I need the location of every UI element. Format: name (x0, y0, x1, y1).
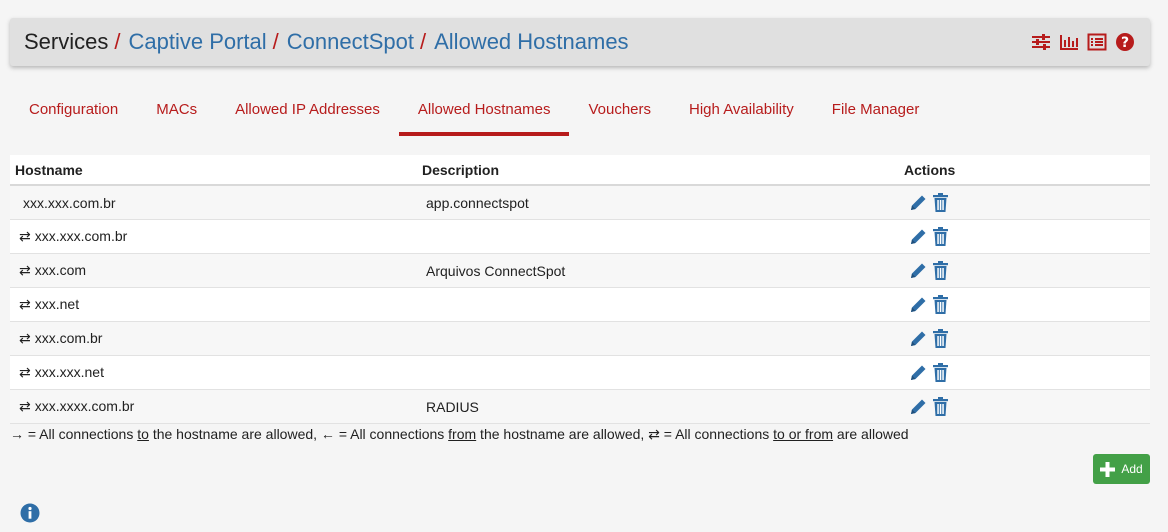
direction-icon: ⇄ (19, 228, 31, 244)
actions-cell (901, 295, 1150, 314)
trash-icon[interactable] (931, 397, 950, 416)
actions-cell (901, 193, 1150, 212)
hostname-cell: ⇄ xxx.com (10, 262, 418, 279)
header-description: Description (422, 161, 500, 178)
trash-icon[interactable] (931, 295, 950, 314)
table-header: Hostname Description Actions (10, 155, 1150, 186)
hostname-value: xxx.xxx.com.br (23, 194, 116, 211)
svg-text:?: ? (1121, 35, 1129, 51)
pencil-icon[interactable] (909, 227, 928, 246)
breadcrumb-allowed-hostnames[interactable]: Allowed Hostnames (434, 29, 628, 55)
trash-icon[interactable] (931, 227, 950, 246)
add-button-label: Add (1121, 462, 1143, 476)
legend-to: to (137, 426, 149, 442)
info-icon[interactable] (20, 503, 40, 523)
sliders-icon[interactable] (1030, 31, 1052, 53)
direction-icon: ⇄ (19, 330, 31, 346)
description-cell: Arquivos ConnectSpot (426, 262, 566, 279)
table-row: ⇄ xxx.net (10, 288, 1150, 322)
breadcrumb-separator: / (114, 29, 121, 54)
description-cell: RADIUS (426, 398, 479, 415)
pencil-icon[interactable] (909, 329, 928, 348)
pencil-icon[interactable] (909, 261, 928, 280)
direction-legend: → = All connections to the hostname are … (10, 426, 909, 443)
breadcrumb: Services / Captive Portal / ConnectSpot … (24, 29, 629, 55)
table-row: ⇄ xxx.xxx.net (10, 356, 1150, 390)
legend-text: are allowed (833, 426, 909, 442)
breadcrumb-captive-portal[interactable]: Captive Portal (128, 29, 266, 55)
help-icon[interactable]: ? (1114, 31, 1136, 53)
tab-allowed-hostnames[interactable]: Allowed Hostnames (398, 94, 570, 136)
page-header: Services / Captive Portal / ConnectSpot … (10, 18, 1150, 66)
direction-icon: ⇄ (19, 364, 31, 380)
actions-cell (901, 363, 1150, 382)
breadcrumb-connectspot[interactable]: ConnectSpot (287, 29, 414, 55)
tab-macs[interactable]: MACs (137, 94, 216, 136)
actions-cell (901, 261, 1150, 280)
tab-vouchers[interactable]: Vouchers (569, 94, 670, 136)
actions-cell (901, 397, 1150, 416)
hostnames-table: Hostname Description Actions xxx.xxx.com… (10, 155, 1150, 424)
table-row: ⇄ xxx.xxxx.com.br RADIUS (10, 390, 1150, 424)
table-row: ⇄ xxx.com Arquivos ConnectSpot (10, 254, 1150, 288)
legend-text: → = All connections (10, 426, 138, 442)
bar-chart-icon[interactable] (1058, 31, 1080, 53)
breadcrumb-root: Services (24, 29, 109, 54)
header-icons: ? (1030, 31, 1136, 53)
description-cell: app.connectspot (426, 194, 529, 211)
legend-text: the hostname are allowed, ← = All connec… (148, 426, 449, 442)
pencil-icon[interactable] (909, 295, 928, 314)
hostname-cell: xxx.xxx.com.br (10, 195, 418, 211)
pencil-icon[interactable] (909, 363, 928, 382)
pencil-icon[interactable] (909, 397, 928, 416)
trash-icon[interactable] (931, 363, 950, 382)
header-hostname: Hostname (15, 161, 83, 178)
direction-icon: ⇄ (19, 398, 31, 414)
table-body: xxx.xxx.com.br app.connectspot ⇄ xxx.xxx.co… (10, 186, 1150, 424)
table-row: ⇄ xxx.xxx.com.br (10, 220, 1150, 254)
header-actions: Actions (904, 161, 956, 178)
tab-bar: Configuration MACs Allowed IP Addresses … (10, 94, 938, 136)
tab-high-availability[interactable]: High Availability (670, 94, 813, 136)
legend-from: from (448, 426, 477, 442)
legend-text: the hostname are allowed, ⇄ = All connec… (476, 426, 774, 442)
hostname-cell: ⇄ xxx.xxx.com.br (10, 228, 418, 245)
hostname-value: xxx.xxxx.com.br (34, 398, 135, 414)
hostname-value: xxx.com.br (34, 330, 103, 346)
hostname-cell: ⇄ xxx.xxx.net (10, 364, 418, 381)
plus-icon (1100, 461, 1116, 477)
list-icon[interactable] (1086, 31, 1108, 53)
actions-cell (901, 329, 1150, 348)
direction-icon: ⇄ (19, 262, 31, 278)
table-row: ⇄ xxx.com.br (10, 322, 1150, 356)
hostname-cell: ⇄ xxx.net (10, 296, 418, 313)
trash-icon[interactable] (931, 193, 950, 212)
hostname-value: xxx.com (34, 262, 87, 278)
tab-file-manager[interactable]: File Manager (813, 94, 939, 136)
hostname-value: xxx.xxx.net (34, 364, 104, 380)
add-button[interactable]: Add (1093, 454, 1150, 484)
legend-to-or-from: to or from (773, 426, 834, 442)
direction-icon: ⇄ (19, 296, 31, 312)
breadcrumb-separator: / (420, 29, 427, 54)
tab-configuration[interactable]: Configuration (10, 94, 137, 136)
tab-allowed-ip-addresses[interactable]: Allowed IP Addresses (216, 94, 399, 136)
table-row: xxx.xxx.com.br app.connectspot (10, 186, 1150, 220)
actions-cell (901, 227, 1150, 246)
hostname-cell: ⇄ xxx.xxxx.com.br (10, 398, 418, 415)
trash-icon[interactable] (931, 261, 950, 280)
breadcrumb-separator: / (272, 29, 279, 54)
pencil-icon[interactable] (909, 193, 928, 212)
hostname-cell: ⇄ xxx.com.br (10, 330, 418, 347)
trash-icon[interactable] (931, 329, 950, 348)
hostname-value: xxx.net (34, 296, 80, 312)
hostname-value: xxx.xxx.com.br (34, 228, 128, 244)
